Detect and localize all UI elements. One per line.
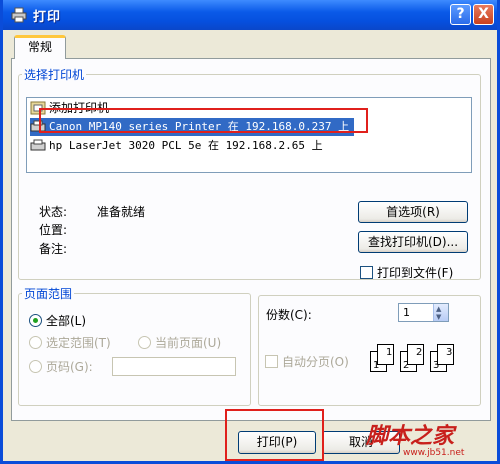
preferences-button[interactable]: 首选项(R) xyxy=(358,201,468,223)
copies-label: 份数(C): xyxy=(266,308,312,322)
annotation-box-print xyxy=(225,409,324,461)
status-value: 准备就绪 xyxy=(97,205,146,219)
copies-group: 份数(C): 1 ▲ ▼ 自动分页(O) 1 1 2 2 3 3 xyxy=(258,295,481,406)
annotation-box-printer xyxy=(39,108,368,133)
window-title: 打印 xyxy=(33,10,62,25)
current-page-radio[interactable] xyxy=(138,336,151,349)
printer-name: hp LaserJet 3020 PCL 5e 在 192.168.2.65 上 xyxy=(49,139,323,152)
collate-label: 自动分页(O) xyxy=(282,355,349,369)
print-to-file-checkbox[interactable] xyxy=(360,266,373,279)
pages-input[interactable] xyxy=(112,357,236,376)
pages-label: 页码(G): xyxy=(46,360,93,374)
selection-radio[interactable] xyxy=(29,336,42,349)
copies-value: 1 xyxy=(403,306,410,319)
copies-stepper[interactable]: 1 ▲ ▼ xyxy=(398,303,449,322)
network-printer-icon xyxy=(30,139,46,151)
spin-buttons[interactable]: ▲ ▼ xyxy=(433,304,448,321)
watermark-logo: 脚本之家 xyxy=(366,423,455,449)
all-pages-radio[interactable] xyxy=(29,314,42,327)
select-printer-group: 选择打印机 添加打印机 Canon MP140 series Printer 在… xyxy=(18,66,481,280)
comment-label: 备注: xyxy=(39,242,68,256)
location-label: 位置: xyxy=(39,223,68,237)
tab-general[interactable]: 常规 xyxy=(14,35,66,59)
status-label: 状态: xyxy=(39,205,68,219)
print-dialog: 打印 ? X 常规 选择打印机 添加打印机 Canon MP140 series… xyxy=(0,0,500,464)
all-pages-label: 全部(L) xyxy=(46,314,87,328)
help-button[interactable]: ? xyxy=(450,4,471,25)
title-bar[interactable]: 打印 ? X xyxy=(3,0,497,30)
list-item-hp-printer[interactable]: hp LaserJet 3020 PCL 5e 在 192.168.2.65 上 xyxy=(29,136,323,156)
printer-icon xyxy=(11,7,27,23)
watermark-url: www.jb51.net xyxy=(403,448,465,458)
close-button[interactable]: X xyxy=(473,4,494,25)
find-printer-button[interactable]: 查找打印机(D)... xyxy=(358,231,468,253)
page-range-legend: 页面范围 xyxy=(24,287,73,301)
spin-down-icon[interactable]: ▼ xyxy=(436,313,441,321)
collate-checkbox[interactable] xyxy=(265,355,278,368)
current-page-label: 当前页面(U) xyxy=(155,336,222,350)
spin-up-icon[interactable]: ▲ xyxy=(436,305,441,313)
print-to-file-label: 打印到文件(F) xyxy=(377,266,454,280)
select-printer-legend: 选择打印机 xyxy=(24,68,85,82)
pages-radio[interactable] xyxy=(29,360,42,373)
page-range-group: 页面范围 全部(L) 选定范围(T) 当前页面(U) 页码(G): xyxy=(18,285,251,406)
selection-label: 选定范围(T) xyxy=(46,336,111,350)
